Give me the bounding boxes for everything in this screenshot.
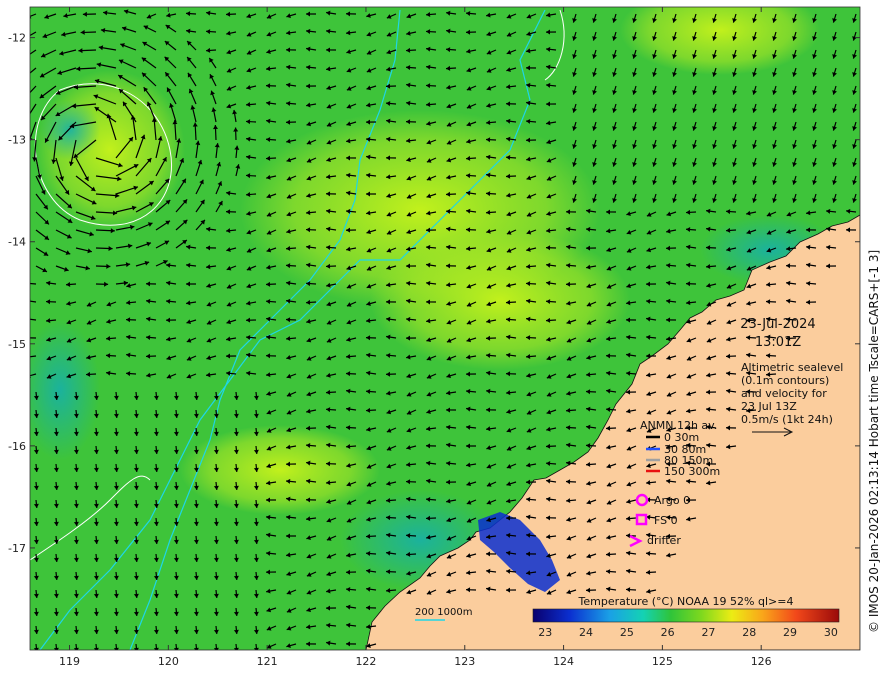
colorbar-tick-label: 30 xyxy=(824,626,838,639)
fs-label: FS 0 xyxy=(654,514,678,527)
x-tick-label: 123 xyxy=(454,655,475,668)
description-line: and velocity for xyxy=(741,387,827,400)
velocity-arrow xyxy=(30,282,37,285)
velocity-arrowhead xyxy=(25,116,29,121)
legend-label: 150 300m xyxy=(664,465,720,478)
y-tick-label: -14 xyxy=(8,236,26,249)
y-tick-label: -12 xyxy=(8,32,26,45)
colorbar-tick-label: 25 xyxy=(620,626,634,639)
y-tick-label: -15 xyxy=(8,338,26,351)
velocity-arrowhead xyxy=(30,335,31,338)
description-line: Altimetric sealevel xyxy=(741,361,843,374)
x-tick-label: 121 xyxy=(257,655,278,668)
sst-patch xyxy=(40,100,100,160)
velocity-arrowhead xyxy=(23,54,28,58)
x-tick-label: 122 xyxy=(355,655,376,668)
colorbar-tick-label: 28 xyxy=(742,626,756,639)
colorbar-tick-label: 29 xyxy=(783,626,797,639)
description-line: 0.5m/s (1kt 24h) xyxy=(741,413,833,426)
drifter-label: drifter xyxy=(647,534,681,547)
y-tick-label: -16 xyxy=(8,440,26,453)
colorbar-tick-label: 24 xyxy=(579,626,593,639)
colorbar xyxy=(532,608,840,623)
map-panel xyxy=(23,7,860,650)
description-line: 23 Jul 13Z xyxy=(741,400,797,413)
colorbar-tick-label: 23 xyxy=(538,626,552,639)
x-tick-label: 126 xyxy=(751,655,772,668)
y-tick-label: -13 xyxy=(8,134,26,147)
copyright-side-text: © IMOS 20-Jan-2026 02:13:14 Hobart time … xyxy=(867,250,880,633)
date-label: 23-Jul-2024 xyxy=(740,317,815,332)
map-figure: 119 120 121 122 123 124 125 126 -12 -13 -14 -15 -16… xyxy=(8,6,880,668)
x-tick-label: 124 xyxy=(553,655,574,668)
time-label: 13:01Z xyxy=(755,335,801,350)
velocity-arrowhead xyxy=(23,95,28,100)
x-tick-label: 125 xyxy=(652,655,673,668)
isobath-legend-label: 200 1000m xyxy=(415,607,472,618)
colorbar-title: Temperature (°C) NOAA 19 52% ql>=4 xyxy=(578,595,794,608)
colorbar-tick-label: 27 xyxy=(701,626,715,639)
colorbar-tick-label: 26 xyxy=(661,626,675,639)
description-line: (0.1m contours) xyxy=(741,374,829,387)
y-tick-label: -17 xyxy=(8,542,26,555)
velocity-arrowhead xyxy=(23,74,28,78)
x-tick-label: 120 xyxy=(158,655,179,668)
argo-label: Argo 0 xyxy=(654,494,690,507)
x-tick-label: 119 xyxy=(59,655,80,668)
